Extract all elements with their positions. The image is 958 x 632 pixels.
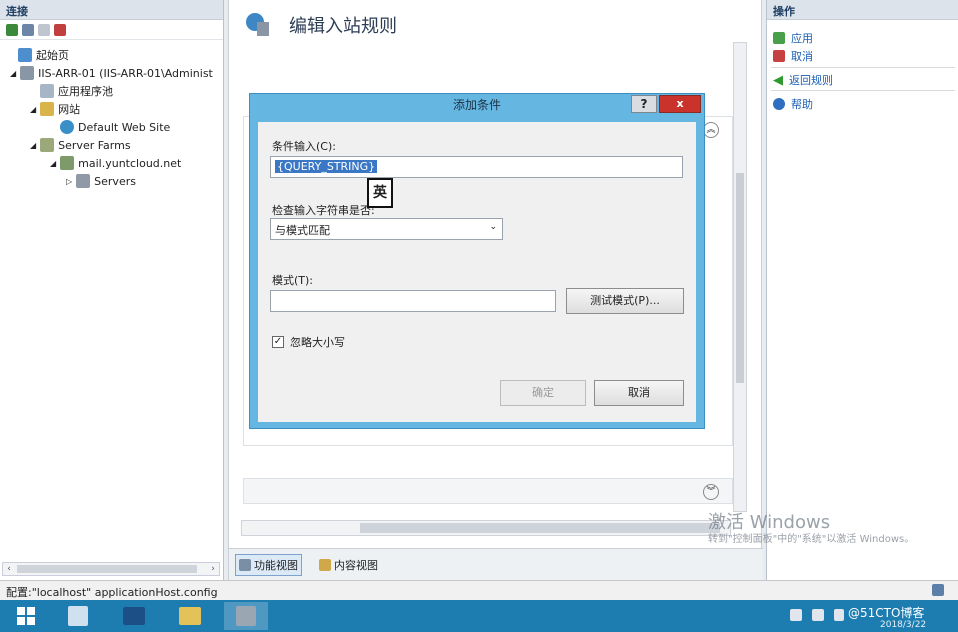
refresh-icon[interactable] bbox=[38, 23, 50, 36]
activation-watermark-title: 激活 Windows bbox=[708, 512, 831, 533]
server-manager-taskbar-button[interactable] bbox=[56, 602, 100, 630]
add-condition-dialog: 添加条件 ? x 条件输入(C): {QUERY_STRING} 检查输入字符串… bbox=[249, 93, 705, 429]
iis-manager-icon bbox=[236, 606, 256, 626]
tree-item-sites[interactable]: ◢ 网站 bbox=[30, 100, 80, 118]
sites-folder-icon bbox=[40, 102, 55, 116]
powershell-taskbar-button[interactable] bbox=[112, 602, 156, 630]
ignore-case-label: 忽略大小写 bbox=[290, 336, 345, 349]
center-hscrollbar[interactable] bbox=[241, 520, 731, 536]
disconnect-icon[interactable] bbox=[54, 23, 66, 36]
collapse-section-icon[interactable]: ︽ bbox=[703, 122, 719, 138]
divider bbox=[771, 90, 955, 91]
apply-icon bbox=[773, 32, 785, 44]
start-button[interactable] bbox=[4, 602, 48, 630]
dialog-close-button[interactable]: x bbox=[659, 95, 701, 113]
tree-item-servers[interactable]: ▷ Servers bbox=[66, 172, 136, 190]
status-text: 配置:"localhost" applicationHost.config bbox=[6, 586, 218, 599]
tray-volume-icon[interactable] bbox=[834, 609, 844, 621]
connections-hscrollbar[interactable]: ‹ › bbox=[2, 562, 220, 576]
network-status-icon bbox=[932, 584, 944, 596]
server-manager-icon bbox=[68, 606, 88, 626]
expand-arrow-icon[interactable]: ◢ bbox=[10, 69, 16, 78]
connections-header: 连接 bbox=[0, 0, 223, 20]
view-switcher: 功能视图 内容视图 bbox=[229, 548, 763, 580]
expand-arrow-icon[interactable]: ◢ bbox=[30, 141, 36, 150]
ok-button[interactable]: 确定 bbox=[500, 380, 586, 406]
cancel-icon bbox=[773, 50, 785, 62]
taskbar-clock[interactable]: 2018/3/22 bbox=[880, 620, 926, 630]
activation-watermark-subtitle: 转到"控制面板"中的"系统"以激活 Windows。 bbox=[708, 534, 915, 545]
tree-item-app-pools[interactable]: 应用程序池 bbox=[40, 82, 113, 100]
status-bar: 配置:"localhost" applicationHost.config bbox=[0, 580, 958, 600]
ignore-case-row: ✓ 忽略大小写 bbox=[272, 334, 345, 350]
powershell-icon bbox=[123, 607, 145, 625]
scroll-right-icon[interactable]: › bbox=[207, 563, 219, 575]
explorer-taskbar-button[interactable] bbox=[168, 602, 212, 630]
tree-item-default-web-site[interactable]: Default Web Site bbox=[60, 118, 170, 136]
back-arrow-icon: ◀ bbox=[773, 72, 783, 88]
action-back-to-rules[interactable]: ◀ 返回规则 bbox=[773, 72, 833, 88]
action-help[interactable]: 帮助 bbox=[773, 96, 813, 112]
server-farm-icon bbox=[60, 156, 75, 170]
connections-pane: 连接 起始页 ◢ IIS-ARR-01 (IIS-ARR-01\Administ… bbox=[0, 0, 224, 580]
app-pool-icon bbox=[40, 84, 54, 98]
scroll-thumb[interactable] bbox=[736, 173, 744, 383]
pattern-input-field[interactable] bbox=[270, 290, 556, 312]
tray-flag-icon[interactable] bbox=[790, 609, 802, 621]
pattern-label: 模式(T): bbox=[272, 274, 314, 287]
content-view-tab[interactable]: 内容视图 bbox=[316, 555, 381, 575]
connect-icon[interactable] bbox=[6, 23, 18, 36]
home-page-icon bbox=[18, 48, 32, 62]
rule-section-bar bbox=[243, 478, 733, 504]
expand-arrow-icon[interactable]: ◢ bbox=[30, 105, 36, 114]
tree-item-server[interactable]: ◢ IIS-ARR-01 (IIS-ARR-01\Administ bbox=[10, 64, 213, 82]
actions-header: 操作 bbox=[767, 0, 958, 20]
scroll-left-icon[interactable]: ‹ bbox=[3, 563, 15, 575]
page-title: 编辑入站规则 bbox=[289, 16, 397, 37]
check-string-select[interactable]: 与模式匹配 ⌄ bbox=[270, 218, 503, 240]
check-string-value: 与模式匹配 bbox=[275, 224, 330, 237]
ignore-case-checkbox[interactable]: ✓ bbox=[272, 336, 284, 348]
blog-watermark: @51CTO博客 bbox=[848, 606, 925, 620]
scroll-thumb[interactable] bbox=[360, 523, 720, 533]
windows-logo-icon bbox=[17, 607, 35, 625]
collapse-arrow-icon[interactable]: ▷ bbox=[66, 177, 72, 186]
ime-indicator: 英 bbox=[367, 178, 393, 208]
folder-icon bbox=[179, 607, 201, 625]
content-view-icon bbox=[319, 558, 331, 571]
features-view-icon bbox=[239, 558, 251, 571]
cancel-button[interactable]: 取消 bbox=[594, 380, 684, 406]
condition-input-field[interactable]: {QUERY_STRING} bbox=[270, 156, 683, 178]
dialog-help-button[interactable]: ? bbox=[631, 95, 657, 113]
server-icon bbox=[20, 66, 35, 80]
condition-input-value: {QUERY_STRING} bbox=[275, 160, 378, 173]
check-string-label: 检查输入字符串是否: bbox=[272, 204, 375, 217]
expand-section-icon[interactable]: ︾ bbox=[703, 484, 719, 500]
tree-item-mail-farm[interactable]: ◢ mail.yuntcloud.net bbox=[50, 154, 181, 172]
globe-icon bbox=[60, 120, 74, 134]
action-apply[interactable]: 应用 bbox=[773, 30, 813, 46]
server-farms-icon bbox=[40, 138, 55, 152]
connections-toolbar bbox=[0, 20, 223, 40]
help-icon bbox=[773, 98, 785, 110]
features-view-tab[interactable]: 功能视图 bbox=[235, 553, 302, 576]
save-icon[interactable] bbox=[22, 23, 34, 36]
tree-item-server-farms[interactable]: ◢ Server Farms bbox=[30, 136, 131, 154]
actions-pane: 操作 应用 取消 ◀ 返回规则 帮助 bbox=[766, 0, 958, 580]
test-pattern-button[interactable]: 测试模式(P)... bbox=[566, 288, 684, 314]
condition-input-label: 条件输入(C): bbox=[272, 140, 336, 153]
action-cancel[interactable]: 取消 bbox=[773, 48, 813, 64]
tree-item-start-page[interactable]: 起始页 bbox=[18, 46, 69, 64]
iis-manager-taskbar-button[interactable] bbox=[224, 602, 268, 630]
expand-arrow-icon[interactable]: ◢ bbox=[50, 159, 56, 168]
chevron-down-icon: ⌄ bbox=[489, 222, 497, 232]
center-vscrollbar[interactable] bbox=[733, 42, 747, 512]
dialog-body: 条件输入(C): {QUERY_STRING} 检查输入字符串是否: 与模式匹配… bbox=[258, 122, 696, 422]
scroll-thumb[interactable] bbox=[17, 565, 197, 573]
servers-icon bbox=[76, 174, 91, 188]
divider bbox=[771, 67, 955, 68]
taskbar bbox=[0, 600, 958, 632]
tray-network-icon[interactable] bbox=[812, 609, 824, 621]
rewrite-rule-icon bbox=[246, 13, 269, 36]
